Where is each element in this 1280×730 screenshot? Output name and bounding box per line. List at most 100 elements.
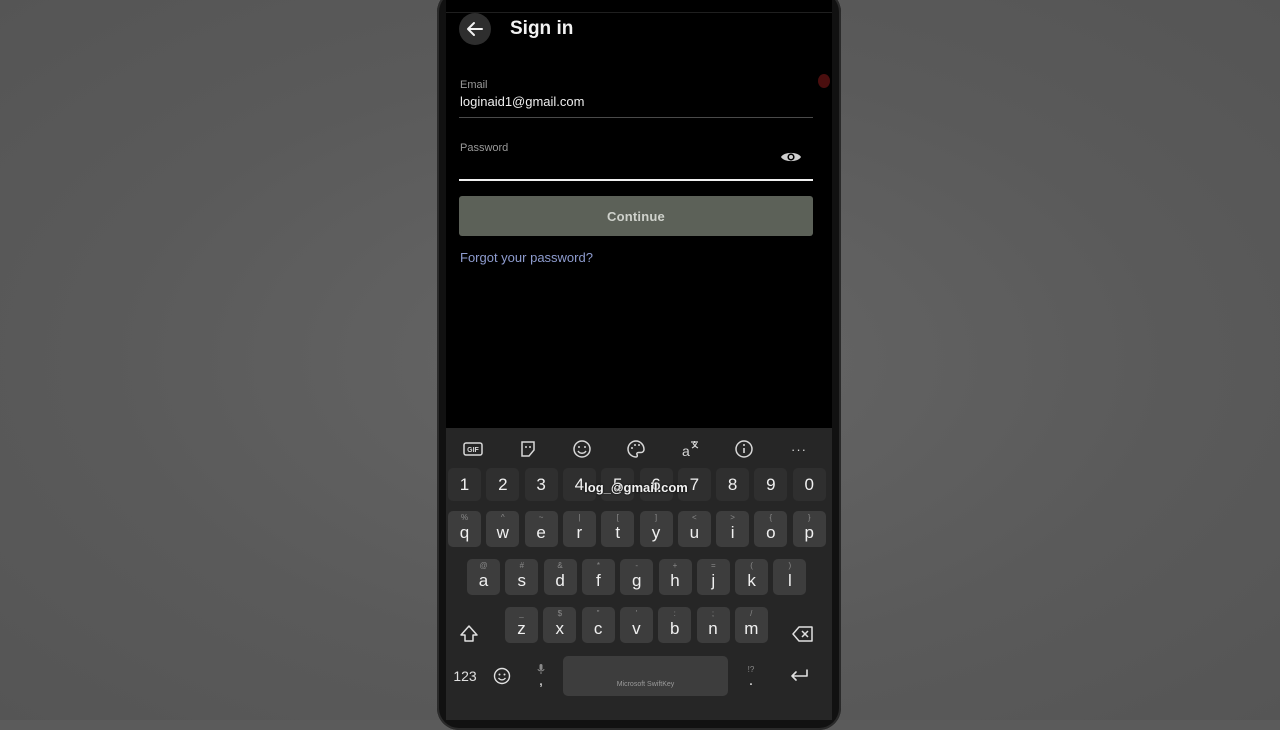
continue-button[interactable]: Continue	[459, 196, 813, 236]
space-bar[interactable]: Microsoft SwiftKey	[563, 656, 728, 696]
key-label: v	[632, 619, 641, 638]
key-hint: $	[557, 609, 563, 618]
key-a[interactable]: @ a	[467, 559, 500, 595]
shift-icon	[460, 625, 478, 642]
key-label: e	[536, 523, 546, 542]
key-2[interactable]: 2	[486, 468, 520, 501]
key-s[interactable]: # s	[505, 559, 539, 595]
key-y[interactable]: ] y	[639, 511, 673, 547]
key-hint: ;	[711, 609, 715, 618]
key-label: j	[711, 571, 716, 590]
key-hint: *	[596, 561, 600, 570]
emoji-icon[interactable]	[570, 438, 594, 460]
emoji-key[interactable]	[490, 664, 514, 688]
key-h[interactable]: + h	[658, 559, 692, 595]
key-hint: "	[596, 609, 600, 618]
key-v[interactable]: ' v	[619, 607, 653, 643]
key-0[interactable]: 0	[792, 468, 826, 501]
key-9[interactable]: 9	[754, 468, 788, 501]
key-hint: _	[519, 609, 524, 618]
key-m[interactable]: / m	[734, 607, 768, 643]
email-label: Email	[460, 79, 488, 91]
show-password-button[interactable]	[780, 149, 802, 170]
svg-text:a: a	[682, 443, 690, 459]
arrow-left-icon	[467, 22, 483, 36]
key-e[interactable]: ~ e	[524, 511, 558, 547]
key-hint: [	[616, 513, 619, 522]
key-hint: @	[479, 561, 488, 570]
more-icon[interactable]: ···	[787, 438, 811, 460]
enter-key[interactable]	[784, 664, 814, 688]
period-label: .	[748, 671, 754, 689]
key-label: r	[576, 523, 583, 542]
shift-key[interactable]	[454, 616, 484, 652]
key-label: w	[496, 523, 509, 542]
key-label: h	[670, 571, 680, 590]
key-g[interactable]: -g	[620, 559, 654, 595]
key-n[interactable]: ; n	[696, 607, 730, 643]
page-title: Sign in	[510, 18, 574, 39]
key-hint: <	[691, 513, 697, 522]
key-label: x	[555, 619, 565, 638]
numbers-toggle-key[interactable]: 123	[450, 664, 480, 688]
key-hint: #	[519, 561, 525, 570]
key-label: a	[478, 571, 489, 590]
key-label: t	[615, 523, 621, 542]
key-label: g	[631, 571, 642, 590]
palette-icon[interactable]	[624, 438, 648, 460]
key-u[interactable]: < u	[677, 511, 711, 547]
period-key[interactable]: !? .	[740, 658, 762, 694]
keyboard: GIF a ··· 1234567890 log_@gmail.com % q ^ w…	[446, 428, 832, 720]
key-l[interactable]: ) l	[773, 559, 807, 595]
key-o[interactable]: {o	[754, 511, 788, 547]
autofill-suggestion[interactable]: log_@gmail.com	[584, 480, 688, 495]
key-hint: |	[578, 513, 581, 522]
backspace-key[interactable]	[788, 616, 818, 652]
key-label: q	[459, 523, 470, 542]
key-hint: +	[672, 561, 678, 570]
key-hint: =	[710, 561, 716, 570]
key-hint: %	[460, 513, 469, 522]
key-c[interactable]: " c	[581, 607, 615, 643]
password-underline	[459, 179, 813, 181]
key-hint: '	[635, 609, 638, 618]
email-underline	[459, 117, 813, 118]
key-hint: /	[750, 609, 753, 618]
key-q[interactable]: % q	[448, 511, 481, 547]
key-label: y	[651, 523, 661, 542]
key-i[interactable]: > i	[716, 511, 750, 547]
key-3[interactable]: 3	[524, 468, 558, 501]
key-d[interactable]: & d	[543, 559, 577, 595]
key-k[interactable]: (k	[735, 559, 769, 595]
key-1[interactable]: 1	[448, 468, 481, 501]
key-x[interactable]: $ x	[543, 607, 577, 643]
gif-icon[interactable]: GIF	[461, 438, 485, 460]
back-button[interactable]	[459, 13, 491, 45]
comma-key[interactable]: ,	[530, 658, 552, 694]
key-8[interactable]: 8	[716, 468, 750, 501]
info-icon[interactable]	[732, 438, 756, 460]
key-f[interactable]: * f	[581, 559, 615, 595]
backspace-icon	[792, 626, 813, 642]
key-w[interactable]: ^ w	[486, 511, 520, 547]
email-value: loginaid1@gmail.com	[460, 94, 585, 109]
key-j[interactable]: = j	[696, 559, 730, 595]
key-p[interactable]: } p	[792, 511, 826, 547]
key-label: m	[744, 619, 759, 638]
sticker-icon[interactable]	[516, 438, 540, 460]
key-z[interactable]: _ z	[505, 607, 538, 643]
translate-icon[interactable]: a	[678, 438, 702, 460]
key-label: c	[593, 619, 603, 638]
key-hint: ^	[500, 513, 505, 522]
key-r[interactable]: | r	[562, 511, 596, 547]
key-b[interactable]: :b	[658, 607, 692, 643]
comma-label: ,	[538, 672, 544, 689]
key-hint: (	[750, 561, 753, 570]
key-label: l	[788, 571, 792, 590]
key-label: u	[689, 523, 700, 542]
key-t[interactable]: [t	[601, 511, 635, 547]
smiley-icon	[493, 667, 511, 685]
eye-icon	[781, 152, 801, 162]
key-hint: ]	[654, 513, 658, 522]
forgot-password-link[interactable]: Forgot your password?	[460, 250, 593, 265]
